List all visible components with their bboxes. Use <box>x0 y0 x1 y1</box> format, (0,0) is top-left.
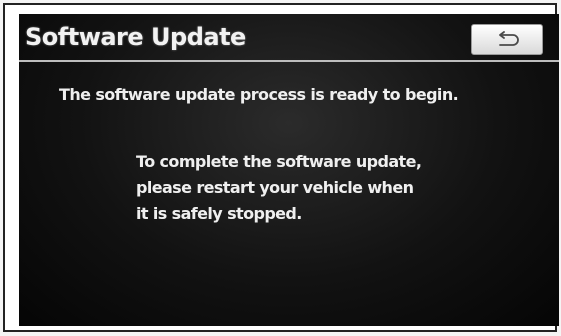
instruction-line: it is safely stopped. <box>136 204 302 223</box>
header-bar: Software Update <box>19 14 559 60</box>
instruction-line: please restart your vehicle when <box>136 178 414 197</box>
screenshot-frame: Software Update The software update proc… <box>3 3 559 332</box>
header-divider <box>19 60 559 62</box>
instruction-line: To complete the software update, <box>136 152 422 171</box>
return-arrow-icon <box>499 30 519 46</box>
page-title: Software Update <box>25 23 246 51</box>
instruction-message: To complete the software update, please … <box>136 149 496 227</box>
software-update-screen: Software Update The software update proc… <box>19 14 559 326</box>
back-button[interactable] <box>471 24 543 55</box>
status-message: The software update process is ready to … <box>59 85 459 104</box>
